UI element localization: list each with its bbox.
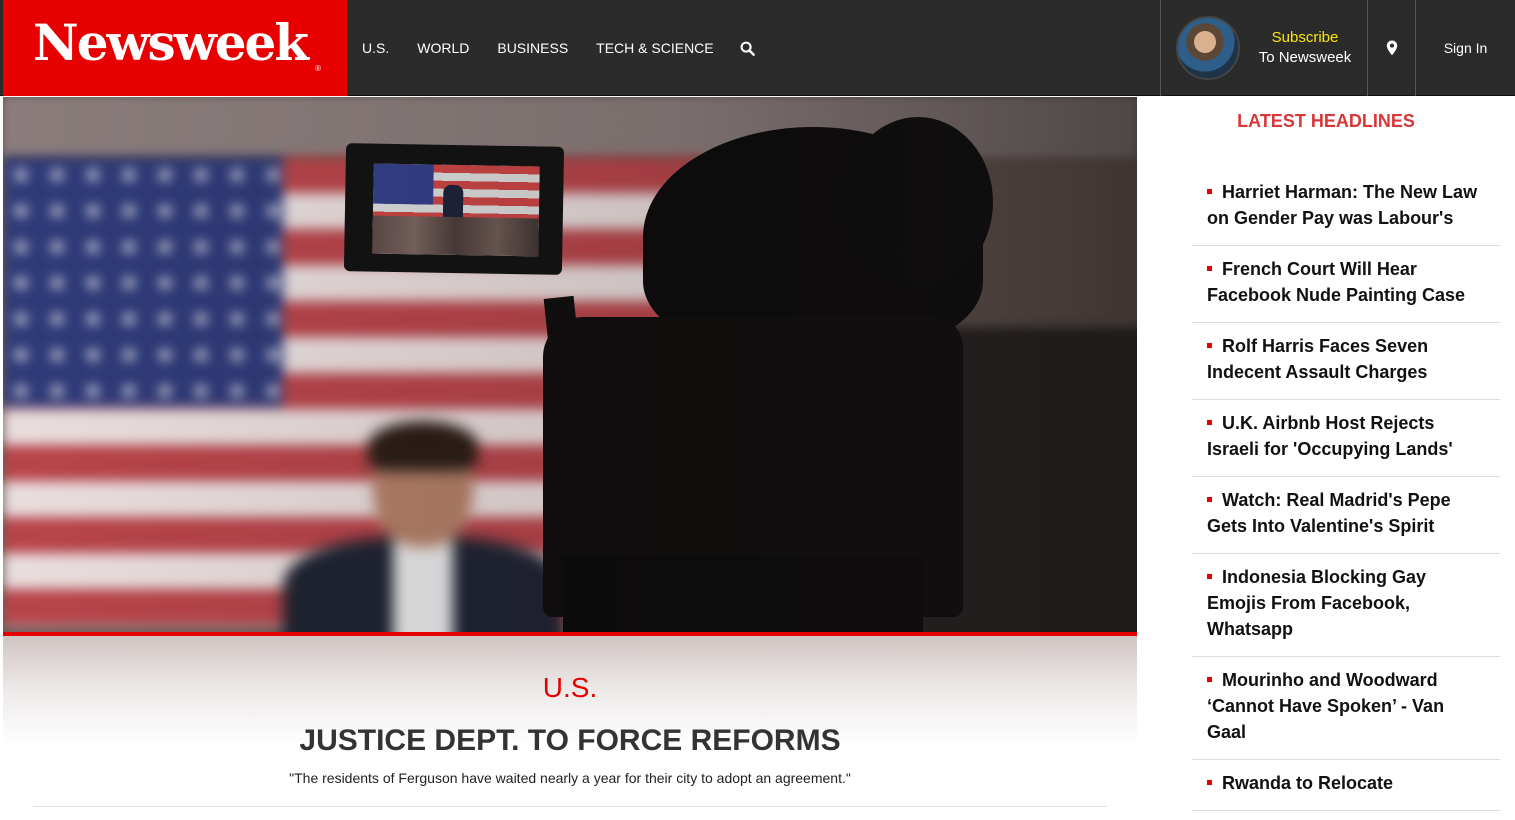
bullet-icon <box>1207 420 1212 426</box>
top-navigation-bar: Newsweek ® U.S. WORLD BUSINESS TECH & SC… <box>0 0 1515 96</box>
hero-article-caption: U.S. JUSTICE DEPT. TO FORCE REFORMS "The… <box>3 636 1137 806</box>
headline-item[interactable]: Harriet Harman: The New Law on Gender Pa… <box>1192 169 1500 246</box>
bullet-icon <box>1207 574 1212 580</box>
headline-item[interactable]: Watch: Real Madrid's Pepe Gets Into Vale… <box>1192 477 1500 554</box>
headline-title: U.K. Airbnb Host Rejects Israeli for 'Oc… <box>1207 413 1453 459</box>
subscribe-label: Subscribe <box>1271 29 1339 46</box>
headline-item[interactable]: French Court Will Hear Facebook Nude Pai… <box>1192 246 1500 323</box>
hero-image[interactable] <box>3 97 1137 632</box>
logo-text: Newsweek <box>33 13 309 72</box>
headline-item[interactable]: Rolf Harris Faces Seven Indecent Assault… <box>1192 323 1500 400</box>
bullet-icon <box>1207 497 1212 503</box>
latest-headlines-sidebar: LATEST HEADLINES Harriet Harman: The New… <box>1137 97 1515 820</box>
map-pin-icon[interactable] <box>1367 0 1415 96</box>
sidebar-title: LATEST HEADLINES <box>1237 111 1415 131</box>
headline-title: Indonesia Blocking Gay Emojis From Faceb… <box>1207 567 1427 639</box>
headline-title: Rwanda to Relocate <box>1222 773 1394 793</box>
bullet-icon <box>1207 343 1212 349</box>
sign-in-link[interactable]: Sign In <box>1415 0 1515 96</box>
nav-item-us[interactable]: U.S. <box>348 0 403 96</box>
subscribe-promo-thumbnail <box>1176 16 1240 80</box>
headline-item[interactable]: Indonesia Blocking Gay Emojis From Faceb… <box>1192 554 1500 657</box>
logo-registered-mark: ® <box>315 64 321 73</box>
subscribe-sublabel: To Newsweek <box>1258 49 1352 66</box>
article-headline[interactable]: JUSTICE DEPT. TO FORCE REFORMS <box>3 724 1137 758</box>
newsweek-logo[interactable]: Newsweek ® <box>3 0 347 96</box>
nav-item-tech-science[interactable]: TECH & SCIENCE <box>582 0 727 96</box>
account-area: Subscribe To Newsweek Sign In <box>1160 0 1515 96</box>
headline-title: Harriet Harman: The New Law on Gender Pa… <box>1207 182 1478 228</box>
search-icon[interactable] <box>728 0 768 96</box>
article-dek: "The residents of Ferguson have waited n… <box>289 770 851 786</box>
bullet-icon <box>1207 189 1212 195</box>
subscribe-button[interactable]: Subscribe To Newsweek <box>1160 0 1367 96</box>
headline-item[interactable]: U.K. Airbnb Host Rejects Israeli for 'Oc… <box>1192 400 1500 477</box>
article-section-label[interactable]: U.S. <box>3 672 1137 704</box>
headline-title: Mourinho and Woodward ‘Cannot Have Spoke… <box>1207 670 1445 742</box>
main-nav: U.S. WORLD BUSINESS TECH & SCIENCE <box>348 0 768 96</box>
bullet-icon <box>1207 780 1212 786</box>
bullet-icon <box>1207 677 1212 683</box>
headline-item[interactable]: Mourinho and Woodward ‘Cannot Have Spoke… <box>1192 657 1500 760</box>
headline-title: Rolf Harris Faces Seven Indecent Assault… <box>1207 336 1429 382</box>
nav-item-world[interactable]: WORLD <box>403 0 483 96</box>
nav-item-business[interactable]: BUSINESS <box>483 0 582 96</box>
headline-title: Watch: Real Madrid's Pepe Gets Into Vale… <box>1207 490 1451 536</box>
headline-item[interactable]: Rwanda to Relocate <box>1192 760 1500 811</box>
headline-title: French Court Will Hear Facebook Nude Pai… <box>1207 259 1466 305</box>
subscribe-text: Subscribe To Newsweek <box>1250 28 1360 68</box>
bullet-icon <box>1207 266 1212 272</box>
content-divider <box>33 806 1107 807</box>
headline-list: Harriet Harman: The New Law on Gender Pa… <box>1192 169 1500 811</box>
